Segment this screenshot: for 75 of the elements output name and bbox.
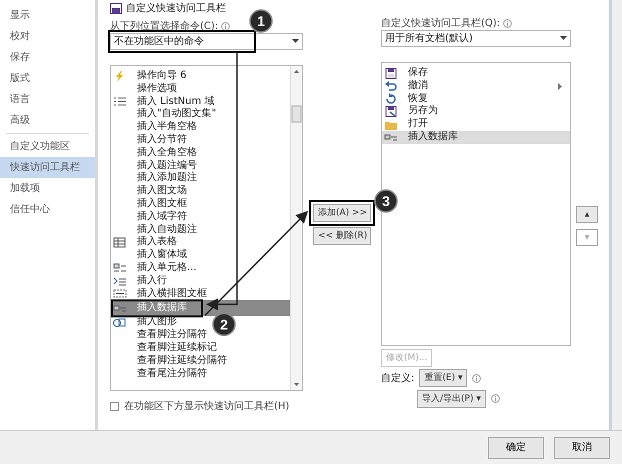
list-item[interactable]: 另存为 — [382, 105, 570, 118]
page-title: 自定义快速访问工具栏 — [126, 2, 226, 16]
checkbox[interactable] — [110, 402, 119, 411]
info-icon — [220, 22, 230, 30]
info-icon — [502, 18, 512, 28]
sidebar-item[interactable]: 版式 — [0, 68, 95, 89]
list-item[interactable]: 插入横排图文框 — [111, 288, 209, 300]
list-item[interactable]: 插入题注编号 — [111, 160, 199, 172]
dropdown[interactable]: 不在功能区中的命令 — [110, 33, 303, 50]
list-item[interactable]: 插入自动题注 — [111, 224, 199, 236]
list-item[interactable]: 撤消 — [382, 80, 570, 93]
list-item[interactable]: 插入添加题注 — [111, 172, 199, 186]
step-number-badge: 2 — [212, 312, 236, 336]
remove-button[interactable]: << 删除(R) — [313, 227, 371, 245]
sidebar-item[interactable]: 显示 — [0, 5, 95, 26]
list-item[interactable]: 查看脚注延续分隔符 — [111, 354, 229, 368]
highlight-frame — [309, 200, 375, 226]
list-item[interactable]: 插入图文场 — [111, 185, 189, 198]
save-icon — [384, 68, 398, 79]
list-item[interactable]: 插入单元格... — [111, 262, 199, 275]
sidebar-item[interactable]: 快速访问工具栏 — [0, 157, 95, 178]
list-item[interactable]: 插入图文框 — [111, 198, 189, 211]
list-item[interactable]: 插入行 — [111, 274, 169, 288]
sidebar-item[interactable]: 自定义功能区 — [0, 136, 95, 157]
info-icon — [472, 374, 482, 382]
sidebar-item[interactable]: 信任中心 — [0, 199, 95, 220]
field-label: 自定义快速访问工具栏(Q): — [381, 16, 500, 30]
list-item[interactable]: 插入域字符 — [111, 210, 189, 224]
dialog-button[interactable]: 取消 — [554, 436, 610, 458]
list-item[interactable]: 恢复 — [382, 92, 570, 106]
list-item[interactable]: 插入 ListNum 域 — [111, 96, 216, 108]
list-item[interactable]: 插入半角空格 — [111, 121, 199, 134]
step-number-badge: 1 — [249, 9, 273, 33]
list-item[interactable]: 查看尾注分隔符 — [111, 368, 209, 380]
list-item[interactable]: 查看脚注延续标记 — [111, 342, 219, 355]
sidebar-item[interactable]: 保存 — [0, 47, 95, 68]
step-number-badge: 3 — [374, 189, 398, 213]
rows-icon — [113, 276, 127, 287]
add-button[interactable]: 添加(A) >> — [313, 204, 371, 222]
save-as-icon — [384, 106, 398, 118]
list-item[interactable]: 插入窗体域 — [111, 249, 189, 262]
list-item[interactable]: 插入全角空格 — [111, 146, 199, 160]
list-item[interactable]: 操作选项 — [111, 82, 179, 96]
list-item[interactable]: 插入分节符 — [111, 134, 189, 147]
toolbar-icon — [110, 2, 122, 14]
list-item[interactable]: 插入数据库 — [382, 130, 570, 144]
sidebar-item[interactable]: 语言 — [0, 89, 95, 110]
list-item[interactable]: 插入"自动图文集" — [111, 108, 218, 122]
sidebar-item[interactable]: 加载项 — [0, 178, 95, 199]
undo-icon — [384, 80, 398, 92]
table-icon — [113, 237, 127, 248]
list-item[interactable]: 查看脚注分隔符 — [111, 329, 209, 342]
sidebar-item[interactable]: 高级 — [0, 110, 95, 131]
dialog-button[interactable]: 确定 — [488, 436, 544, 458]
cells-icon — [113, 262, 127, 274]
list-item[interactable]: 打开 — [382, 118, 570, 131]
field-label: 从下列位置选择命令(C): — [110, 20, 218, 34]
list-icon — [113, 96, 127, 108]
reset-button[interactable]: 重置(E) ▾ — [419, 369, 468, 387]
customize-label: 自定义: — [381, 372, 414, 386]
import-export-button[interactable]: 导入/导出(P) ▾ — [417, 390, 486, 408]
sidebar-item[interactable]: 校对 — [0, 26, 95, 47]
dropdown[interactable]: 用于所有文档(默认) — [381, 30, 571, 47]
list-item[interactable]: 保存 — [382, 67, 570, 80]
database-icon — [384, 132, 398, 143]
shapes-icon — [113, 317, 127, 328]
dropdown-caret-icon[interactable] — [292, 39, 298, 44]
database-icon — [113, 302, 127, 314]
info-icon — [490, 394, 500, 403]
list-item[interactable]: 插入表格 — [111, 236, 179, 250]
list-item[interactable]: 操作向导 6 — [111, 70, 189, 83]
redo-icon — [384, 93, 398, 104]
dropdown-caret-icon[interactable] — [560, 36, 566, 40]
text-box-icon — [113, 288, 127, 300]
checkbox-label: 在功能区下方显示快速访问工具栏(H) — [124, 400, 290, 414]
